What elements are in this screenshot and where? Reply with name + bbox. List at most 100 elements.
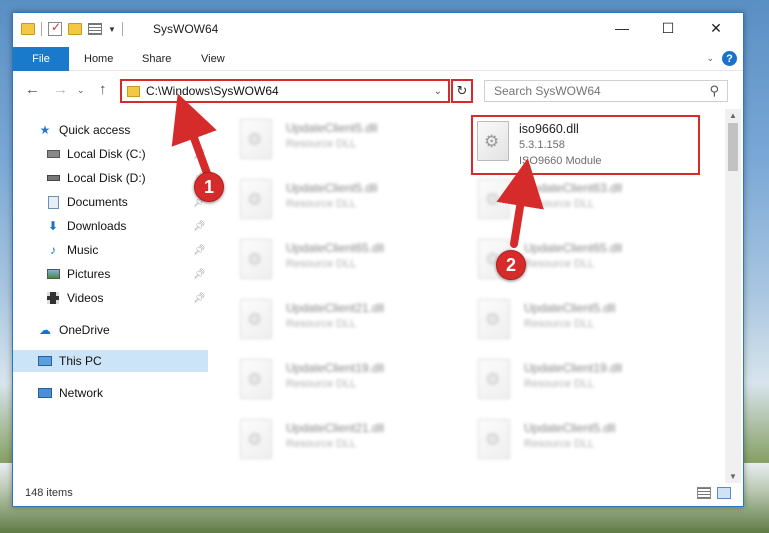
address-bar[interactable]: C:\Windows\SysWOW64 ⌄ xyxy=(120,79,450,103)
view-icon[interactable] xyxy=(88,23,102,35)
sidebar-item-network[interactable]: Network xyxy=(13,382,208,404)
file-type: Resource DLL xyxy=(524,438,595,450)
file-tile[interactable]: UpdateClient5.dll Resource DLL xyxy=(224,173,454,227)
file-type: Resource DLL xyxy=(524,318,595,330)
tab-file[interactable]: File xyxy=(13,47,69,71)
sidebar-item-label: Pictures xyxy=(67,267,111,281)
sidebar-item-label: Quick access xyxy=(59,123,131,137)
file-type: Resource DLL xyxy=(286,258,357,270)
customize-toolbar-icon[interactable]: ▼ xyxy=(108,25,116,34)
refresh-button[interactable]: ↻ xyxy=(451,79,473,103)
file-list: UpdateClient5.dll Resource DLL UpdateCli… xyxy=(218,109,723,481)
dll-file-icon xyxy=(477,121,509,161)
search-input[interactable] xyxy=(494,84,694,98)
documents-icon xyxy=(45,195,61,209)
scrollbar-thumb[interactable] xyxy=(728,123,738,171)
file-name: UpdateClient5.dll xyxy=(286,121,378,135)
file-name: UpdateClient5.dll xyxy=(524,421,616,435)
sidebar-item-local-disk-c[interactable]: Local Disk (C:) 📌︎ xyxy=(13,143,208,165)
sidebar-item-onedrive[interactable]: ☁ OneDrive xyxy=(13,319,208,341)
network-icon xyxy=(37,386,53,400)
computer-icon xyxy=(37,354,53,368)
callout-2: 2 xyxy=(496,250,526,280)
file-tile[interactable]: UpdateClient19.dll Resource DLL xyxy=(462,353,692,407)
sidebar-item-downloads[interactable]: ⬇ Downloads 📌︎ xyxy=(13,215,208,237)
back-arrow-icon[interactable]: ← xyxy=(25,81,40,98)
dll-file-icon xyxy=(240,359,272,399)
callout-1: 1 xyxy=(194,172,224,202)
file-name: UpdateClient5.dll xyxy=(524,301,616,315)
help-icon[interactable]: ? xyxy=(722,51,737,66)
search-icon[interactable]: ⚲ xyxy=(709,83,719,99)
file-tile-iso9660-dll[interactable]: iso9660.dll 5.3.1.158 ISO9660 Module xyxy=(471,115,700,175)
file-name: UpdateClient19.dll xyxy=(524,361,623,375)
search-box[interactable]: ⚲ xyxy=(484,80,728,102)
sidebar-item-music[interactable]: ♪ Music 📌︎ xyxy=(13,239,208,261)
navigation-bar: ← → ⌄ ↑ C:\Windows\SysWOW64 ⌄ ↻ ⚲ xyxy=(13,75,743,105)
maximize-button[interactable]: ☐ xyxy=(645,13,691,43)
sidebar-item-videos[interactable]: Videos 📌︎ xyxy=(13,287,208,309)
sidebar-item-local-disk-d[interactable]: Local Disk (D:) 📌︎ xyxy=(13,167,208,189)
toolbar-separator xyxy=(41,22,42,36)
file-tile[interactable]: UpdateClient21.dll Resource DLL xyxy=(224,413,454,467)
file-type: Resource DLL xyxy=(286,438,357,450)
music-icon: ♪ xyxy=(50,243,56,257)
dll-file-icon xyxy=(478,359,510,399)
forward-arrow-icon[interactable]: → xyxy=(53,81,68,98)
file-tile[interactable]: UpdateClient5.dll Resource DLL xyxy=(462,413,692,467)
sidebar-item-quick-access[interactable]: ★ Quick access xyxy=(13,119,208,141)
file-tile[interactable]: UpdateClient5.dll Resource DLL xyxy=(462,293,692,347)
recent-locations-chevron-icon[interactable]: ⌄ xyxy=(77,85,85,96)
pin-icon: 📌︎ xyxy=(193,292,206,304)
file-tile[interactable]: UpdateClient19.dll Resource DLL xyxy=(224,353,454,407)
minimize-button[interactable]: — xyxy=(599,13,645,43)
tab-share[interactable]: Share xyxy=(142,47,171,71)
tab-home[interactable]: Home xyxy=(84,47,113,71)
new-folder-icon[interactable] xyxy=(68,23,82,35)
download-icon: ⬇ xyxy=(47,219,59,233)
file-name: UpdateClient65.dll xyxy=(286,241,385,255)
window-title: SysWOW64 xyxy=(153,22,219,36)
tab-view[interactable]: View xyxy=(201,47,225,71)
file-tile[interactable]: UpdateClient5.dll Resource DLL xyxy=(224,113,454,167)
large-icons-view-icon[interactable] xyxy=(717,487,731,499)
scroll-up-icon[interactable]: ▲ xyxy=(729,111,737,120)
sidebar-item-documents[interactable]: Documents 📌︎ xyxy=(13,191,208,213)
file-tile[interactable]: UpdateClient65.dll Resource DLL xyxy=(224,233,454,287)
star-icon: ★ xyxy=(39,123,51,137)
file-name: iso9660.dll xyxy=(519,122,579,136)
sidebar-item-label: Documents xyxy=(67,195,128,209)
cloud-icon: ☁ xyxy=(39,323,51,337)
file-tile[interactable]: UpdateClient63.dll Resource DLL xyxy=(462,173,692,227)
file-type: Resource DLL xyxy=(524,378,595,390)
expand-ribbon-icon[interactable]: ⌄ xyxy=(706,53,714,64)
dll-file-icon xyxy=(478,419,510,459)
sidebar-item-pictures[interactable]: Pictures 📌︎ xyxy=(13,263,208,285)
address-path[interactable]: C:\Windows\SysWOW64 xyxy=(146,84,434,98)
sidebar-item-label: Local Disk (C:) xyxy=(67,147,146,161)
file-name: UpdateClient19.dll xyxy=(286,361,385,375)
sidebar-item-this-pc[interactable]: This PC xyxy=(13,350,208,372)
dll-file-icon xyxy=(240,239,272,279)
vertical-scrollbar[interactable]: ▲ ▼ xyxy=(725,109,741,483)
up-arrow-icon[interactable]: ↑ xyxy=(99,81,107,98)
properties-icon[interactable] xyxy=(48,20,62,36)
file-type: Resource DLL xyxy=(286,138,357,150)
pin-icon: 📌︎ xyxy=(193,220,206,232)
file-explorer-window: ▼ SysWOW64 — ☐ ✕ File Home Share View ⌄ … xyxy=(12,12,744,507)
toolbar-separator xyxy=(121,22,123,36)
file-version: 5.3.1.158 xyxy=(519,139,565,151)
sidebar-item-label: Downloads xyxy=(67,219,127,233)
file-tile[interactable]: UpdateClient21.dll Resource DLL xyxy=(224,293,454,347)
sidebar-item-label: Music xyxy=(67,243,99,257)
scroll-down-icon[interactable]: ▼ xyxy=(729,472,737,481)
sidebar-item-label: Videos xyxy=(67,291,104,305)
dll-file-icon xyxy=(478,179,510,219)
address-dropdown-icon[interactable]: ⌄ xyxy=(434,86,442,97)
folder-icon xyxy=(21,23,35,35)
close-button[interactable]: ✕ xyxy=(693,13,739,43)
folder-icon xyxy=(127,85,140,97)
ribbon: File Home Share View ⌄ ? xyxy=(13,47,743,71)
file-name: UpdateClient5.dll xyxy=(286,181,378,195)
details-view-icon[interactable] xyxy=(697,487,711,499)
